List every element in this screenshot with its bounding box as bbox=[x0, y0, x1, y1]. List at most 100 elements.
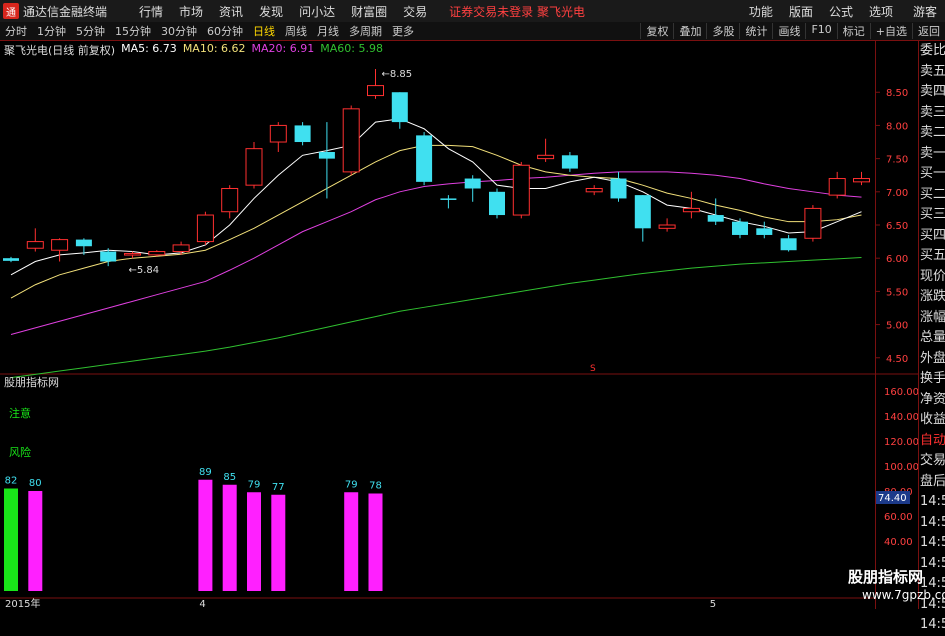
menu-item-4[interactable]: 问小达 bbox=[291, 3, 343, 20]
right-menu-item-1[interactable]: 版面 bbox=[781, 3, 821, 20]
kline-chart[interactable]: ←8.85 ←5.84 S 82 80 89 85 79 77 79 78 2015年 4 5 bbox=[0, 41, 875, 609]
candle-body[interactable] bbox=[440, 198, 457, 200]
app-logo-icon: 通 bbox=[3, 3, 19, 19]
candle-body[interactable] bbox=[294, 125, 311, 143]
candle-body[interactable] bbox=[756, 228, 773, 235]
price-tick-label: 8.50 bbox=[886, 88, 908, 99]
candle-body[interactable] bbox=[634, 195, 651, 229]
menu-item-0[interactable]: 行情 bbox=[131, 3, 171, 20]
toolbar-button-6[interactable]: 标记 bbox=[836, 23, 870, 39]
right-menu-item-0[interactable]: 功能 bbox=[741, 3, 781, 20]
date-label: 4 bbox=[199, 599, 205, 609]
tab-period-10[interactable]: 更多 bbox=[387, 23, 419, 39]
login-warning[interactable]: 证券交易未登录 聚飞光电 bbox=[449, 3, 585, 20]
menu-item-1[interactable]: 市场 bbox=[171, 3, 211, 20]
candle-body[interactable] bbox=[804, 207, 822, 239]
toolbar-button-2[interactable]: 多股 bbox=[706, 23, 739, 39]
side-label: 卖一 bbox=[920, 145, 945, 161]
candle-body[interactable] bbox=[148, 251, 166, 256]
menu-item-6[interactable]: 交易 bbox=[395, 3, 435, 20]
tab-period-4[interactable]: 30分钟 bbox=[156, 23, 202, 39]
high-annotation: ←8.85 bbox=[382, 69, 413, 80]
candle-body[interactable] bbox=[124, 253, 141, 256]
tab-period-8[interactable]: 月线 bbox=[312, 23, 344, 39]
s-marker: S bbox=[590, 364, 596, 374]
indicator-bar bbox=[198, 479, 213, 591]
candle-body[interactable] bbox=[561, 155, 578, 169]
candle-body[interactable] bbox=[707, 215, 724, 222]
side-label: 委比 bbox=[920, 43, 945, 58]
tab-period-3[interactable]: 15分钟 bbox=[110, 23, 156, 39]
candle-body[interactable] bbox=[221, 187, 239, 213]
side-label: 卖三 bbox=[920, 104, 945, 120]
toolbar-button-3[interactable]: 统计 bbox=[739, 23, 772, 39]
toolbar-button-5[interactable]: F10 bbox=[805, 23, 836, 39]
candle-body[interactable] bbox=[269, 124, 287, 143]
candle-body[interactable] bbox=[196, 214, 214, 243]
candle-body[interactable] bbox=[172, 244, 190, 253]
tab-period-0[interactable]: 分时 bbox=[0, 23, 32, 39]
candle-body[interactable] bbox=[367, 85, 384, 97]
legend-ma60: MA60: 5.98 bbox=[320, 42, 383, 55]
candle-body[interactable] bbox=[342, 108, 360, 173]
tab-period-5[interactable]: 60分钟 bbox=[202, 23, 248, 39]
tab-period-9[interactable]: 多周期 bbox=[344, 23, 387, 39]
indicator-tick-label: 120.00 bbox=[884, 437, 919, 448]
tab-period-7[interactable]: 周线 bbox=[280, 23, 312, 39]
candle-body[interactable] bbox=[464, 178, 481, 189]
toolbar-button-8[interactable]: 返回 bbox=[912, 23, 945, 39]
toolbar-button-4[interactable]: 画线 bbox=[772, 23, 805, 39]
candle-body[interactable] bbox=[318, 151, 335, 159]
toolbar-button-1[interactable]: 叠加 bbox=[673, 23, 706, 39]
menu-item-3[interactable]: 发现 bbox=[251, 3, 291, 20]
toolbar-button-0[interactable]: 复权 bbox=[640, 23, 673, 39]
bar-value-label: 78 bbox=[369, 481, 382, 492]
candle-body[interactable] bbox=[245, 148, 263, 186]
candle-body[interactable] bbox=[658, 224, 676, 229]
candle-body[interactable] bbox=[391, 92, 408, 123]
indicator-risk: 风险 bbox=[9, 446, 31, 459]
candle-body[interactable] bbox=[51, 239, 69, 251]
indicator-note: 注意 bbox=[9, 407, 31, 420]
indicator-title[interactable]: 股朋指标网 bbox=[4, 374, 59, 390]
menu-item-5[interactable]: 财富圈 bbox=[343, 3, 395, 20]
candle-body[interactable] bbox=[828, 178, 846, 196]
candle-body[interactable] bbox=[75, 239, 92, 247]
guest-label[interactable]: 游客 bbox=[913, 3, 937, 20]
side-label: 交易 bbox=[920, 453, 945, 468]
candle-body[interactable] bbox=[682, 207, 700, 213]
side-label: 买五 bbox=[920, 248, 945, 263]
chart-tools: 复权 叠加 多股 统计 画线 F10 标记 +自选 返回 bbox=[640, 23, 945, 39]
price-tick-label: 6.50 bbox=[886, 221, 908, 232]
tab-period-1[interactable]: 1分钟 bbox=[32, 23, 71, 39]
candle-body[interactable] bbox=[585, 187, 603, 193]
price-tick-label: 6.00 bbox=[886, 254, 908, 265]
candle-body[interactable] bbox=[512, 164, 530, 216]
tab-period-6[interactable]: 日线 bbox=[248, 23, 280, 39]
right-menu-item-2[interactable]: 公式 bbox=[821, 3, 861, 20]
candle-body[interactable] bbox=[416, 135, 433, 182]
candle-body[interactable] bbox=[100, 251, 117, 262]
tab-period-2[interactable]: 5分钟 bbox=[71, 23, 110, 39]
indicator-bar bbox=[222, 484, 237, 591]
candle-body[interactable] bbox=[26, 241, 44, 249]
candle-body[interactable] bbox=[610, 178, 627, 199]
menu-item-2[interactable]: 资讯 bbox=[211, 3, 251, 20]
indicator-tick-label: 60.00 bbox=[884, 512, 913, 523]
side-label: 买二 bbox=[920, 186, 945, 202]
candle-body[interactable] bbox=[3, 258, 19, 261]
ma5-line bbox=[10, 118, 862, 276]
side-label: 买三 bbox=[920, 207, 945, 222]
date-label: 2015年 bbox=[5, 597, 40, 609]
candle-body[interactable] bbox=[780, 238, 797, 251]
side-label: 涨跌 bbox=[920, 289, 945, 304]
candle-body[interactable] bbox=[489, 191, 505, 216]
app-title: 通达信金融终端 bbox=[23, 4, 108, 19]
quote-side-panel: 委比 卖五 卖四 卖三 卖二 卖一 买一 买二 买三 买四 买五 现价 涨跌 涨幅 总量 外盘 换手 净资 收益 自动… bbox=[918, 41, 945, 632]
right-menu-item-3[interactable]: 选项 bbox=[861, 3, 901, 20]
candle-body[interactable] bbox=[537, 154, 555, 160]
toolbar-button-7[interactable]: +自选 bbox=[869, 23, 912, 39]
candle-body[interactable] bbox=[732, 221, 748, 235]
candle-body[interactable] bbox=[853, 178, 870, 183]
side-label: 收益 bbox=[920, 412, 945, 427]
